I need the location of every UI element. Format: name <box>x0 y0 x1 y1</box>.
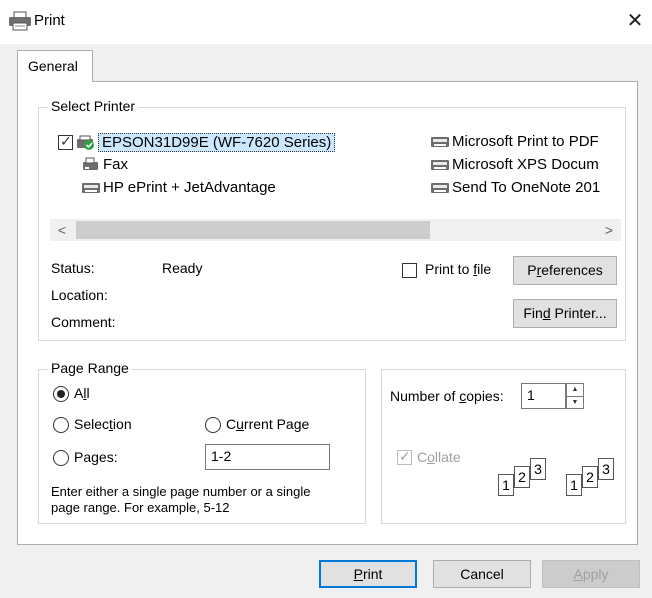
comment-label: Comment: <box>51 314 116 330</box>
cancel-button[interactable]: Cancel <box>433 560 531 588</box>
fax-icon <box>81 157 101 173</box>
tab-general[interactable]: General <box>17 50 93 82</box>
window-title: Print <box>34 12 65 29</box>
pages-radio[interactable] <box>53 450 69 466</box>
collate-page-2: 2 <box>514 466 530 488</box>
printer-icon <box>430 134 450 150</box>
collate-page-1: 1 <box>566 474 582 496</box>
printer-name: Fax <box>103 156 129 173</box>
collate-label[interactable]: Collate <box>417 449 461 465</box>
collate-page-2: 2 <box>582 466 598 488</box>
printer-icon <box>81 180 101 196</box>
current-page-label[interactable]: Current Page <box>226 416 309 432</box>
collate-illustration: 3 2 1 3 2 1 <box>496 458 616 508</box>
printer-name: HP ePrint + JetAdvantage <box>103 179 276 196</box>
page-range-hint-line2: page range. For example, 5-12 <box>51 500 230 515</box>
pages-label[interactable]: Pages: <box>74 449 118 465</box>
scroll-left-icon[interactable]: < <box>50 219 74 241</box>
number-of-copies-label: Number of copies: <box>390 388 504 404</box>
all-label[interactable]: All <box>74 385 90 401</box>
printer-name: EPSON31D99E (WF-7620 Series) <box>98 133 336 152</box>
collate-page-1: 1 <box>498 474 514 496</box>
find-printer-button[interactable]: Find Printer... <box>513 299 617 328</box>
printer-item-ms-xps[interactable]: Microsoft XPS Docum <box>430 156 599 173</box>
page-range-hint-line1: Enter either a single page number or a s… <box>51 484 311 499</box>
collate-checkbox[interactable] <box>397 448 412 465</box>
printer-item-fax[interactable]: Fax <box>81 156 128 173</box>
preferences-button[interactable]: Preferences <box>513 256 617 285</box>
default-printer-check-icon <box>58 133 73 150</box>
status-value: Ready <box>162 260 203 276</box>
printer-icon <box>8 11 32 31</box>
tab-general-label: General <box>28 58 78 74</box>
print-to-file-checkbox[interactable] <box>402 263 417 278</box>
printer-icon <box>430 180 450 196</box>
spin-down-icon[interactable]: ▼ <box>567 396 583 407</box>
printer-name: Microsoft Print to PDF <box>452 133 599 150</box>
collate-page-3: 3 <box>530 458 546 480</box>
close-icon[interactable]: ✕ <box>622 8 648 34</box>
copies-input[interactable]: 1 <box>521 383 566 409</box>
printer-list-scrollbar[interactable]: < > <box>50 219 621 241</box>
printer-item-ms-pdf[interactable]: Microsoft Print to PDF <box>430 133 599 150</box>
page-range-legend: Page Range <box>48 360 132 376</box>
printer-icon <box>430 157 450 173</box>
printer-item-hp-eprint[interactable]: HP ePrint + JetAdvantage <box>81 179 276 196</box>
scroll-right-icon[interactable]: > <box>597 219 621 241</box>
select-printer-legend: Select Printer <box>48 98 139 114</box>
collate-page-3: 3 <box>598 458 614 480</box>
printer-name: Microsoft XPS Docum <box>452 156 599 173</box>
apply-button[interactable]: Apply <box>542 560 640 588</box>
all-radio[interactable] <box>53 386 69 402</box>
title-bar: Print ✕ <box>0 0 652 44</box>
selection-label[interactable]: Selection <box>74 416 132 432</box>
printer-item-onenote[interactable]: Send To OneNote 201 <box>430 179 600 196</box>
print-to-file-label[interactable]: Print to file <box>425 261 491 277</box>
printer-item-epson[interactable]: EPSON31D99E (WF-7620 Series) <box>58 133 336 152</box>
selection-radio[interactable] <box>53 417 69 433</box>
printer-default-icon <box>76 135 96 151</box>
location-label: Location: <box>51 287 108 303</box>
spin-up-icon[interactable]: ▲ <box>567 384 583 395</box>
pages-input[interactable]: 1-2 <box>205 444 330 470</box>
printer-name: Send To OneNote 201 <box>452 179 601 196</box>
print-button[interactable]: Print <box>319 560 417 588</box>
scrollbar-thumb[interactable] <box>76 221 430 239</box>
status-label: Status: <box>51 260 95 276</box>
current-page-radio[interactable] <box>205 417 221 433</box>
copies-spinner[interactable]: ▲ ▼ <box>566 383 584 409</box>
